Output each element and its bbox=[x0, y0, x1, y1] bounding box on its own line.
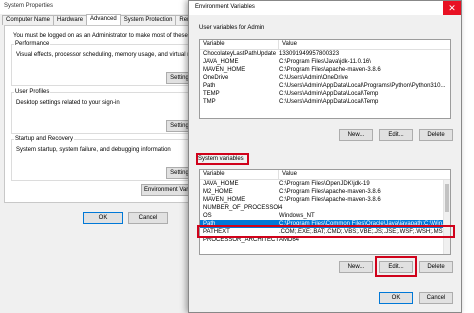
system-properties-cancel-button[interactable]: Cancel bbox=[128, 212, 168, 224]
row-variable: TMP bbox=[203, 99, 216, 105]
startup-desc: System startup, system failure, and debu… bbox=[16, 147, 171, 153]
startup-group: Startup and Recovery System startup, sys… bbox=[11, 136, 196, 181]
tab-hardware[interactable]: Hardware bbox=[53, 15, 88, 25]
user-delete-button[interactable]: Delete bbox=[419, 129, 453, 141]
performance-label: Performance bbox=[14, 41, 51, 47]
user-profiles-group: User Profiles Desktop settings related t… bbox=[11, 89, 196, 134]
system-variables-highlight bbox=[196, 153, 249, 165]
row-value: C:\Users\Admin\AppData\Local\Temp bbox=[279, 91, 379, 97]
row-variable: MAVEN_HOME bbox=[203, 67, 246, 73]
row-variable: M2_HOME bbox=[203, 189, 233, 195]
row-variable: Path bbox=[203, 83, 216, 89]
scrollbar-thumb[interactable] bbox=[445, 184, 449, 212]
row-variable: OS bbox=[203, 213, 212, 219]
row-value: C:\Program Files\apache-maven-3.8.6 bbox=[279, 197, 381, 203]
value-column-header[interactable]: Value bbox=[279, 170, 297, 179]
user-variables-table[interactable]: Variable Value ChocolateyLastPathUpdate 1… bbox=[199, 39, 451, 119]
table-row[interactable]: ChocolateyLastPathUpdate 1330919499578003… bbox=[200, 50, 450, 58]
table-row[interactable]: M2_HOME C:\Program Files\apache-maven-3.8… bbox=[200, 188, 450, 196]
row-variable: JAVA_HOME bbox=[203, 59, 239, 65]
row-variable: JAVA_HOME bbox=[203, 181, 239, 187]
row-value: C:\Users\Admin\AppData\Local\Programs\Py… bbox=[279, 83, 446, 89]
table-row[interactable]: MAVEN_HOME C:\Program Files\apache-maven-… bbox=[200, 196, 450, 204]
table-row[interactable]: JAVA_HOME C:\Program Files\Java\jdk-11.0.… bbox=[200, 58, 450, 66]
user-profiles-desc: Desktop settings related to your sign-in bbox=[16, 100, 120, 106]
row-value: 4 bbox=[279, 205, 283, 211]
table-row[interactable]: OS Windows_NT bbox=[200, 212, 450, 220]
user-new-button[interactable]: New... bbox=[339, 129, 373, 141]
table-row[interactable]: TEMP C:\Users\Admin\AppData\Local\Temp bbox=[200, 90, 450, 98]
table-row[interactable]: OneDrive C:\Users\Admin\OneDrive bbox=[200, 74, 450, 82]
system-properties-title: System Properties bbox=[0, 0, 195, 14]
admin-note: You must be logged on as an Administrato… bbox=[13, 33, 210, 39]
table-row[interactable]: MAVEN_HOME C:\Program Files\apache-maven-… bbox=[200, 66, 450, 74]
path-row-highlight bbox=[197, 225, 455, 238]
system-new-button[interactable]: New... bbox=[339, 261, 373, 273]
system-properties-tabs: Computer Name Hardware Advanced System P… bbox=[2, 14, 205, 25]
close-icon[interactable]: ✕ bbox=[443, 1, 461, 15]
tab-advanced[interactable]: Advanced bbox=[86, 14, 121, 25]
system-properties-window: System Properties Computer Name Hardware… bbox=[0, 0, 209, 313]
row-variable: NUMBER_OF_PROCESSORS bbox=[203, 205, 279, 211]
table-row[interactable]: JAVA_HOME C:\Program Files\OpenJDK\jdk-19 bbox=[200, 180, 450, 188]
row-variable: ChocolateyLastPathUpdate bbox=[203, 51, 277, 57]
environment-variables-title: Environment Variables bbox=[189, 1, 461, 15]
row-variable: TEMP bbox=[203, 91, 220, 97]
user-variables-label: User variables for Admin bbox=[199, 25, 265, 31]
environment-variables-dialog: Environment Variables ✕ User variables f… bbox=[188, 0, 462, 313]
tab-system-protection[interactable]: System Protection bbox=[119, 15, 177, 25]
row-variable: OneDrive bbox=[203, 75, 229, 81]
table-row[interactable]: NUMBER_OF_PROCESSORS 4 bbox=[200, 204, 450, 212]
row-value: C:\Program Files\Java\jdk-11.0.16\ bbox=[279, 59, 371, 65]
advanced-panel: You must be logged on as an Administrato… bbox=[4, 25, 209, 203]
environment-cancel-button[interactable]: Cancel bbox=[419, 292, 453, 304]
row-value: C:\Program Files\apache-maven-3.8.6 bbox=[279, 67, 381, 73]
system-variables-table[interactable]: Variable Value JAVA_HOME C:\Program Files… bbox=[199, 169, 451, 255]
performance-group: Performance Visual effects, processor sc… bbox=[11, 41, 209, 86]
table-row[interactable]: Path C:\Users\Admin\AppData\Local\Program… bbox=[200, 82, 450, 90]
row-value: C:\Users\Admin\OneDrive bbox=[279, 75, 349, 81]
row-variable: MAVEN_HOME bbox=[203, 197, 246, 203]
row-value: C:\Users\Admin\AppData\Local\Temp bbox=[279, 99, 379, 105]
row-value: C:\Program Files\apache-maven-3.8.6 bbox=[279, 189, 381, 195]
system-delete-button[interactable]: Delete bbox=[419, 261, 453, 273]
environment-ok-button[interactable]: OK bbox=[379, 292, 413, 304]
user-edit-button[interactable]: Edit... bbox=[379, 129, 413, 141]
row-value: C:\Program Files\OpenJDK\jdk-19 bbox=[279, 181, 370, 187]
variable-column-header[interactable]: Variable bbox=[200, 170, 279, 179]
table-row[interactable]: TMP C:\Users\Admin\AppData\Local\Temp bbox=[200, 98, 450, 106]
edit-button-highlight bbox=[375, 256, 417, 277]
value-column-header[interactable]: Value bbox=[279, 40, 297, 49]
user-variables-header: Variable Value bbox=[200, 40, 450, 50]
user-profiles-label: User Profiles bbox=[14, 89, 51, 95]
system-variables-scrollbar[interactable] bbox=[443, 180, 450, 254]
variable-column-header[interactable]: Variable bbox=[200, 40, 279, 49]
system-properties-ok-button[interactable]: OK bbox=[83, 212, 123, 224]
tab-computer-name[interactable]: Computer Name bbox=[2, 15, 55, 25]
startup-label: Startup and Recovery bbox=[14, 136, 75, 142]
row-value: Windows_NT bbox=[279, 213, 315, 219]
row-value: 133091949957800323 bbox=[279, 51, 340, 57]
performance-desc: Visual effects, processor scheduling, me… bbox=[16, 52, 209, 58]
system-variables-header: Variable Value bbox=[200, 170, 450, 180]
